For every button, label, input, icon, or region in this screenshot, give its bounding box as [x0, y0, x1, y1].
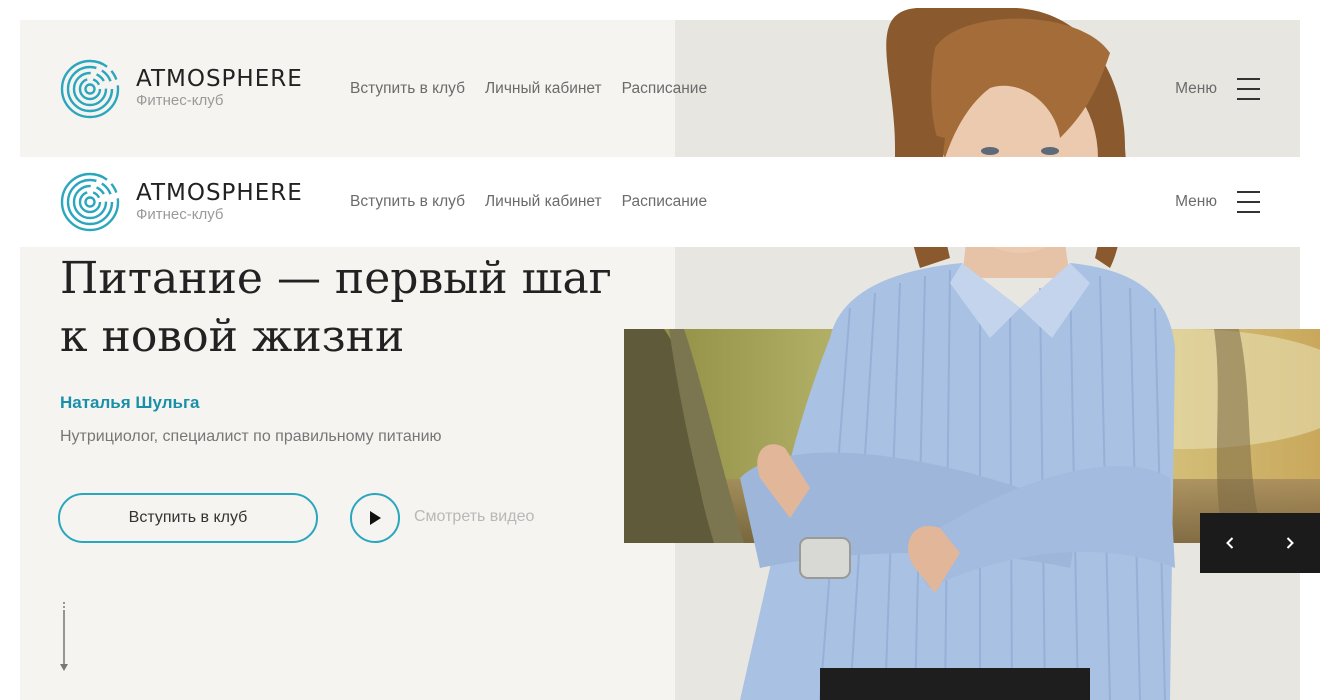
play-video-button[interactable] — [350, 493, 400, 543]
logo-sticky[interactable]: ATMOSPHERE Фитнес-клуб — [60, 172, 303, 232]
slider-prev-button[interactable] — [1200, 513, 1260, 573]
watch-video-link[interactable]: Смотреть видео — [414, 508, 534, 526]
join-club-button[interactable]: Вступить в клуб — [58, 493, 318, 543]
main-nav: Вступить в клуб Личный кабинет Расписани… — [350, 80, 707, 98]
hamburger-icon — [1237, 77, 1260, 100]
logo-name: ATMOSPHERE — [136, 66, 303, 92]
arrow-down-icon[interactable] — [58, 602, 70, 672]
play-icon — [370, 511, 381, 525]
author-name[interactable]: Наталья Шульга — [60, 393, 200, 413]
hero-title-line-1: Питание — первый шаг — [60, 253, 612, 304]
menu-button[interactable]: Меню — [1175, 77, 1260, 100]
concentric-circles-logo-icon — [60, 172, 120, 232]
menu-label: Меню — [1175, 193, 1217, 210]
sticky-nav: Вступить в клуб Личный кабинет Расписани… — [350, 193, 707, 211]
nav-join[interactable]: Вступить в клуб — [350, 193, 465, 211]
hero-title: Питание — первый шаг к новой жизни — [60, 250, 620, 366]
chevron-left-icon — [1226, 537, 1234, 549]
chevron-right-icon — [1286, 537, 1294, 549]
author-role: Нутрициолог, специалист по правильному п… — [60, 428, 442, 445]
nav-schedule[interactable]: Расписание — [622, 80, 707, 98]
logo-subtitle: Фитнес-клуб — [136, 205, 224, 223]
slider-controls — [1200, 513, 1320, 573]
nav-join[interactable]: Вступить в клуб — [350, 80, 465, 98]
nav-account[interactable]: Личный кабинет — [485, 80, 602, 98]
person-photo — [700, 7, 1180, 700]
concentric-circles-logo-icon — [60, 59, 120, 118]
slider-next-button[interactable] — [1260, 513, 1320, 573]
logo-subtitle: Фитнес-клуб — [136, 92, 224, 109]
menu-button[interactable]: Меню — [1175, 191, 1260, 213]
hamburger-icon — [1237, 191, 1260, 213]
hero-title-line-2: к новой жизни — [60, 311, 405, 362]
logo[interactable]: ATMOSPHERE Фитнес-клуб — [60, 59, 303, 119]
logo-name: ATMOSPHERE — [136, 179, 303, 206]
header-sticky: ATMOSPHERE Фитнес-клуб Вступить в клуб Л… — [20, 157, 1300, 247]
nav-account[interactable]: Личный кабинет — [485, 193, 602, 211]
nav-schedule[interactable]: Расписание — [622, 193, 707, 211]
menu-label: Меню — [1175, 79, 1217, 97]
